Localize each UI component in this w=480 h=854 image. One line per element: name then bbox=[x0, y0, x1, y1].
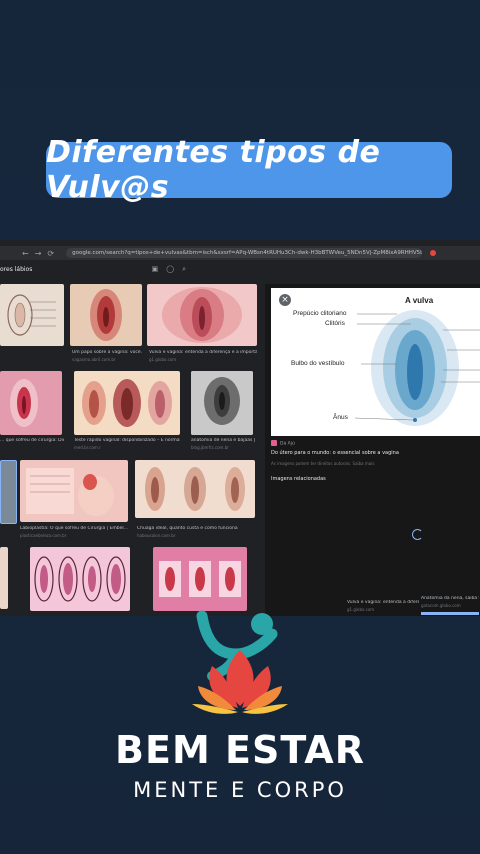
related-source-right: gatocom.globo.com bbox=[421, 603, 461, 608]
result-thumb-2[interactable] bbox=[70, 284, 142, 346]
search-tools-icon[interactable]: ▣◯⌕ bbox=[152, 265, 194, 274]
close-icon[interactable]: × bbox=[279, 294, 291, 306]
search-row: ores lábios ▣◯⌕ bbox=[0, 264, 264, 276]
result-caption: Vulva e vagina: entenda a diferença e a … bbox=[149, 350, 257, 355]
label-bulbo: Bulbo do vestíbulo bbox=[291, 360, 345, 367]
result-thumb-8[interactable] bbox=[20, 460, 128, 522]
result-source: med.br.com.r bbox=[74, 445, 101, 450]
result-source: vagasmo.abril.com.br bbox=[72, 357, 116, 362]
title-text: Diferentes tipos de Vulv@s bbox=[46, 135, 381, 205]
result-thumb-3[interactable] bbox=[147, 284, 257, 346]
result-source: g1.globo.com bbox=[149, 357, 177, 362]
panel-copyright: As imagens podem ter direitos autorais. … bbox=[271, 461, 375, 466]
browser-url-bar: ←→⟳ google.com/search?q=tipos+de+vulvas&… bbox=[0, 246, 480, 260]
result-caption: Um papo sobre a vagina: você... bbox=[72, 350, 142, 355]
browser-screenshot: ←→⟳ google.com/search?q=tipos+de+vulvas&… bbox=[0, 240, 480, 616]
result-source: plasticaebeleza.com.br bbox=[20, 533, 67, 538]
url-field[interactable]: google.com/search?q=tipos+de+vulvas&tbm=… bbox=[66, 248, 423, 258]
result-thumb-11[interactable] bbox=[30, 547, 130, 611]
result-caption: anatomia de nena e bajaas |... bbox=[191, 438, 255, 443]
result-thumb-6[interactable] bbox=[191, 371, 253, 435]
loading-spinner-icon bbox=[412, 529, 423, 540]
related-caption-right[interactable]: Anatomia da nena, saiba tud... bbox=[421, 596, 479, 602]
result-thumb-4[interactable] bbox=[0, 371, 62, 435]
search-label: ores lábios bbox=[0, 266, 33, 273]
image-detail-panel: × A vulva Prepúcio clitoriano Clitóris B… bbox=[265, 284, 480, 616]
title-banner: Diferentes tipos de Vulv@s bbox=[46, 135, 452, 205]
label-anus: Ânus bbox=[333, 414, 348, 421]
panel-title[interactable]: Do útero para o mundo: o essencial sobre… bbox=[271, 450, 399, 456]
lotus-person-icon bbox=[192, 610, 288, 714]
related-heading: Imagens relacionadas bbox=[271, 476, 326, 482]
result-thumb-7[interactable] bbox=[0, 460, 17, 524]
brand-tagline: MENTE E CORPO bbox=[133, 778, 347, 802]
result-source: habousalon.com.br bbox=[137, 533, 176, 538]
result-thumb-12[interactable] bbox=[153, 547, 247, 611]
result-thumb-9[interactable] bbox=[135, 460, 255, 518]
related-caption-left[interactable]: Vulva e vagina: entenda a diferen... bbox=[347, 600, 419, 606]
label-prepucio: Prepúcio clitoriano bbox=[293, 310, 347, 317]
result-caption: Chuaga ideal, quanto custa e como funcio… bbox=[137, 526, 238, 531]
result-thumb-5[interactable] bbox=[74, 371, 180, 435]
panel-source-text: Dá Ajú bbox=[280, 441, 295, 447]
site-favicon-icon bbox=[271, 440, 277, 446]
result-caption: Teste rápido vaginal: disponibilizado – … bbox=[74, 438, 180, 443]
result-caption: ... que sofreu de cirurgia: Dic... bbox=[0, 438, 64, 443]
result-thumb-1[interactable] bbox=[0, 284, 64, 346]
diagram-title: A vulva bbox=[405, 296, 434, 305]
panel-source[interactable]: Dá Ajú bbox=[271, 440, 295, 447]
brand-name: BEM ESTAR bbox=[115, 728, 365, 772]
extension-icon[interactable] bbox=[430, 250, 437, 256]
nav-arrows-icon[interactable]: ←→⟳ bbox=[22, 249, 60, 258]
result-caption: Labioplastia: O que sofreu de Cirurgia |… bbox=[20, 526, 128, 531]
label-clitoris: Clitóris bbox=[325, 320, 345, 327]
result-thumb-10[interactable] bbox=[0, 547, 8, 609]
result-source: blog.jbmfrz.com.br bbox=[191, 445, 229, 450]
vulva-diagram[interactable]: × A vulva Prepúcio clitoriano Clitóris B… bbox=[271, 288, 480, 436]
